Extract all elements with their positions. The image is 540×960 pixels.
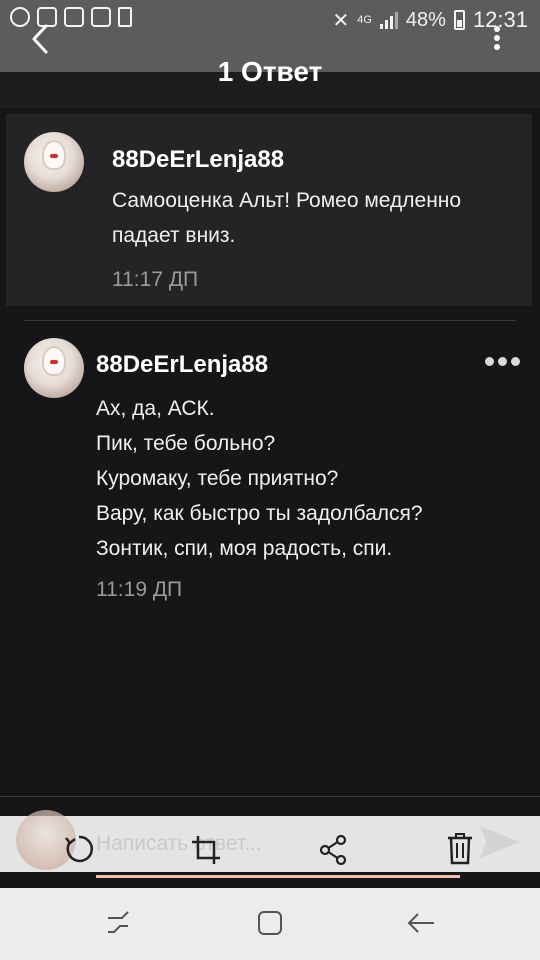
- signal-icon: [379, 11, 398, 29]
- input-underline: [96, 875, 460, 878]
- crop-icon: [192, 836, 220, 864]
- send-button[interactable]: [478, 822, 522, 867]
- navigation-bar: [0, 888, 540, 960]
- chevron-left-icon: [32, 24, 48, 54]
- comment-text: Самооценка Альт! Ромео медленно падает в…: [112, 183, 461, 253]
- comment-options-button[interactable]: [485, 357, 520, 366]
- home-button[interactable]: [256, 908, 284, 943]
- recent-apps-button[interactable]: [104, 908, 132, 943]
- battery-icon: [453, 10, 465, 30]
- page-title: 1 Ответ: [217, 56, 323, 87]
- send-icon: [480, 826, 520, 858]
- gallery-icon: [64, 7, 84, 27]
- comment-username[interactable]: 88DeErLenja88: [96, 351, 268, 379]
- rotate-button[interactable]: [62, 832, 96, 866]
- more-horizontal-icon: [485, 357, 494, 366]
- more-menu-button[interactable]: [494, 26, 502, 50]
- comment-line: Ах, да, АСК.: [96, 397, 215, 420]
- comment-username[interactable]: 88DeErLenja88: [112, 146, 284, 174]
- comment-line: Вару, как быстро ты задолбался?: [96, 502, 423, 525]
- comment-text: Ах, да, АСК. Пик, тебе больно? Куромаку,…: [96, 391, 423, 566]
- trash-icon: [448, 833, 472, 865]
- comment-line: Зонтик, спи, моя радость, спи.: [96, 537, 393, 560]
- reply-input[interactable]: [96, 826, 460, 862]
- sdcard-icon: [118, 7, 132, 27]
- battery-percent: 48%: [405, 8, 446, 31]
- back-button[interactable]: [28, 22, 56, 56]
- back-arrow-icon: [407, 913, 434, 933]
- comment-line: Пик, тебе больно?: [96, 432, 276, 455]
- comment-line: Куромаку, тебе приятно?: [96, 467, 339, 490]
- divider: [0, 796, 540, 797]
- comment-line: Самооценка Альт! Ромео медленно: [112, 189, 462, 212]
- recent-apps-icon: [108, 911, 129, 933]
- divider: [24, 320, 516, 321]
- youtube-icon: [91, 7, 111, 27]
- mute-icon: ✕: [332, 9, 350, 32]
- avatar[interactable]: [24, 338, 84, 398]
- whatsapp-icon: [10, 7, 30, 27]
- back-nav-button[interactable]: [406, 908, 436, 943]
- avatar[interactable]: [24, 132, 84, 192]
- comment-line: падает вниз.: [112, 224, 236, 247]
- delete-button[interactable]: [446, 832, 474, 866]
- share-icon: [319, 834, 347, 866]
- share-button[interactable]: [318, 834, 348, 866]
- comment-timestamp: 11:17 ДП: [112, 268, 199, 291]
- home-icon: [258, 911, 282, 935]
- rotate-icon: [65, 835, 94, 863]
- status-bar: ✕ 4G 48% 12:31: [0, 0, 540, 38]
- more-vertical-icon: [494, 26, 500, 32]
- crop-button[interactable]: [190, 834, 222, 866]
- network-type: 4G: [357, 14, 372, 26]
- comment-timestamp: 11:19 ДП: [96, 578, 183, 601]
